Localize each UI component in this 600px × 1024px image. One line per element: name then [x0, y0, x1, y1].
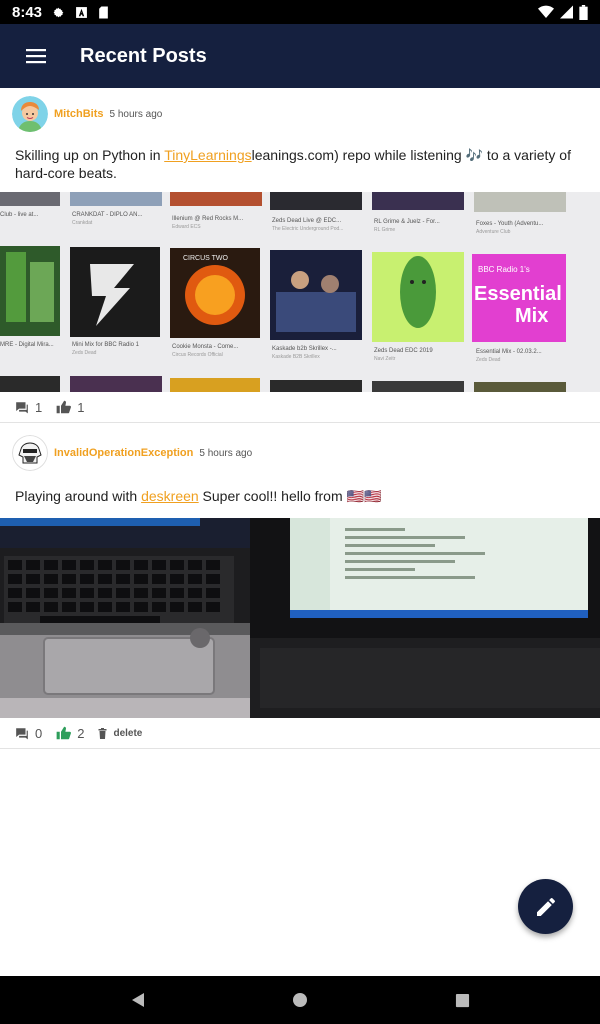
comment-count: 0	[35, 725, 43, 741]
post-actions: 0 2 delete	[0, 718, 600, 748]
post-card: InvalidOperationException 5 hours ago Pl…	[0, 427, 600, 749]
status-bar: 8:43	[0, 0, 600, 24]
tile-title: Essential Mix - 02.03.2...	[476, 349, 542, 355]
post-text: Skilling up on Python in TinyLearningsle…	[0, 140, 600, 182]
post-image[interactable]: Club - live at... CRANKDAT - DIPLO AN...…	[0, 192, 600, 392]
essential-cover-small: BBC Radio 1's	[478, 265, 530, 274]
post-author[interactable]: InvalidOperationException	[54, 447, 193, 459]
like-count: 1	[77, 399, 85, 415]
settings-icon	[52, 6, 65, 19]
tile-title: Foxes - Youth (Adventu...	[476, 221, 544, 227]
tile-title: Cookie Monsta - Come...	[172, 344, 239, 350]
tile-title: Mini Mix for BBC Radio 1	[72, 342, 140, 348]
comment-icon	[16, 727, 28, 739]
home-button[interactable]	[219, 992, 381, 1008]
like-button[interactable]: 1	[56, 400, 84, 415]
post-text-after: Super cool!! hello from 🇺🇸🇺🇸	[198, 488, 382, 504]
post-card: MitchBits 5 hours ago Skilling up on Pyt…	[0, 88, 600, 423]
tile-title: Kaskade b2b Skrillex -...	[272, 346, 337, 352]
tile-title: Club - live at...	[0, 212, 39, 218]
sd-card-icon	[98, 6, 109, 19]
back-triangle-icon	[132, 993, 144, 1007]
comments-button[interactable]: 1	[15, 400, 42, 415]
post-actions: 1 1	[0, 392, 600, 422]
compose-post-button[interactable]	[518, 879, 573, 934]
delete-button[interactable]: delete	[98, 727, 143, 739]
tile-sub: The Electric Underground Pod...	[272, 226, 343, 232]
post-header: MitchBits 5 hours ago	[0, 88, 600, 140]
post-author[interactable]: MitchBits	[54, 108, 104, 120]
tile-sub: Adventure Club	[476, 229, 511, 235]
thumbs-up-icon	[56, 400, 72, 414]
font-a-icon	[75, 6, 88, 19]
tile-sub: Kaskade B2B Skrillex	[272, 354, 320, 360]
home-circle-icon	[293, 993, 307, 1007]
recents-button[interactable]	[381, 993, 543, 1008]
tile-title: CRANKDAT - DIPLO AN...	[72, 212, 143, 218]
pencil-icon	[536, 897, 555, 916]
tile-sub: Navi Zeitr	[374, 356, 396, 362]
avatar[interactable]	[12, 96, 48, 132]
tile-title: Zeds Dead Live @ EDC...	[272, 218, 341, 224]
comments-button[interactable]: 0	[15, 726, 42, 741]
post-time: 5 hours ago	[109, 108, 163, 120]
delete-label: delete	[113, 727, 143, 739]
avatar[interactable]	[12, 435, 48, 471]
circus-cover-text: CIRCUS TWO	[183, 255, 229, 262]
menu-button[interactable]	[0, 24, 72, 88]
tile-sub: Zeds Dead	[72, 350, 97, 356]
tile-title: Illenium @ Red Rocks M...	[172, 216, 243, 222]
tile-title: MRE - Digital Mira...	[0, 342, 54, 348]
tile-title: RL Grime & Juelz - For...	[374, 219, 440, 225]
recents-square-icon	[455, 993, 469, 1007]
comment-count: 1	[35, 399, 43, 415]
app-bar: Recent Posts	[0, 24, 600, 88]
like-button[interactable]: 2	[56, 726, 84, 741]
tile-sub: Zeds Dead	[476, 357, 501, 363]
post-link[interactable]: TinyLearnings	[164, 147, 251, 163]
thumbs-up-icon	[56, 726, 72, 740]
page-title: Recent Posts	[80, 44, 207, 67]
comment-icon	[16, 401, 28, 413]
signal-icon	[560, 5, 573, 19]
essential-cover-big: Essential	[474, 283, 562, 305]
like-count: 2	[77, 725, 85, 741]
essential-cover-big-2: Mix	[515, 305, 548, 327]
post-text: Playing around with deskreen Super cool!…	[0, 479, 600, 505]
trash-icon	[98, 727, 107, 739]
system-nav-bar	[0, 976, 600, 1024]
post-text-before: Skilling up on Python in	[15, 147, 165, 163]
back-button[interactable]	[57, 992, 219, 1008]
status-time: 8:43	[12, 3, 43, 21]
post-image[interactable]	[0, 518, 600, 718]
post-time: 5 hours ago	[199, 447, 253, 459]
wifi-icon	[538, 5, 554, 19]
tile-title: Zeds Dead EDC 2019	[374, 348, 433, 354]
hamburger-menu-icon	[26, 49, 46, 64]
battery-icon	[579, 4, 588, 20]
tile-sub: Circus Records Official	[172, 352, 223, 358]
post-text-before: Playing around with	[15, 488, 142, 504]
tile-sub: Edward ECS	[172, 224, 201, 230]
post-link[interactable]: deskreen	[141, 488, 199, 504]
post-feed: MitchBits 5 hours ago Skilling up on Pyt…	[0, 88, 600, 749]
post-header: InvalidOperationException 5 hours ago	[0, 427, 600, 479]
tile-sub: RL Grime	[374, 227, 395, 233]
tile-sub: Crankdat	[72, 220, 93, 226]
